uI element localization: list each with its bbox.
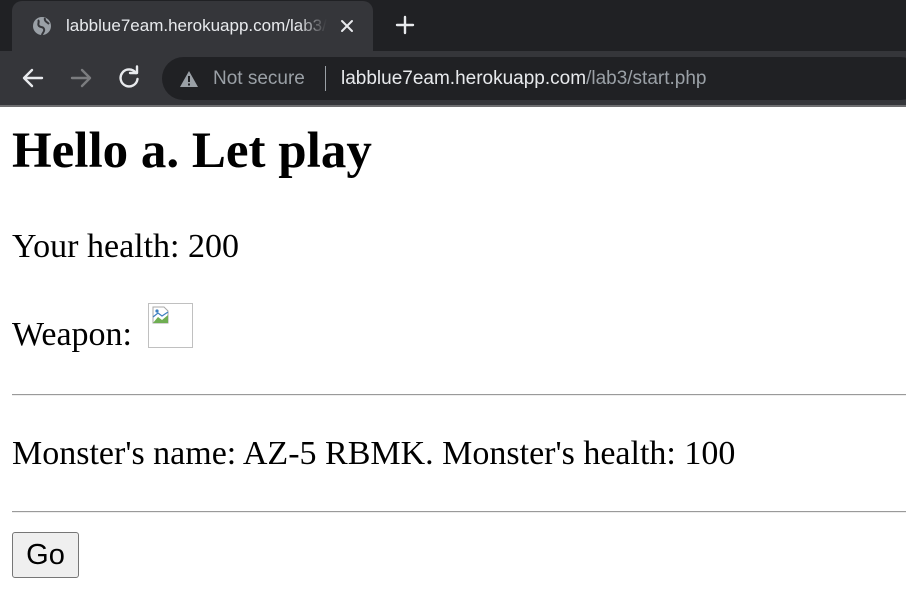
divider-bottom: [12, 511, 906, 513]
weapon-label: Weapon:: [12, 316, 132, 353]
browser-tab[interactable]: labblue7eam.herokuapp.com/lab3/start.php: [12, 1, 373, 51]
url-host: labblue7eam.herokuapp.com: [341, 68, 587, 89]
forward-arrow-icon[interactable]: [68, 65, 94, 91]
address-bar[interactable]: Not secure labblue7eam.herokuapp.com/lab…: [162, 57, 906, 100]
globe-icon: [32, 16, 52, 36]
browser-chrome: labblue7eam.herokuapp.com/lab3/start.php: [0, 0, 906, 107]
warning-triangle-icon[interactable]: [179, 69, 199, 89]
url-text[interactable]: labblue7eam.herokuapp.com/lab3/start.php: [341, 67, 706, 91]
back-arrow-icon[interactable]: [20, 65, 46, 91]
browser-toolbar: Not secure labblue7eam.herokuapp.com/lab…: [0, 51, 906, 106]
go-button[interactable]: Go: [12, 532, 79, 578]
page-title: Hello a. Let play: [12, 123, 372, 179]
page-content: Hello a. Let play Your health: 200 Weapo…: [0, 107, 906, 607]
tab-strip: labblue7eam.herokuapp.com/lab3/start.php: [0, 0, 906, 51]
not-secure-label[interactable]: Not secure: [213, 67, 305, 91]
url-path: /lab3/start.php: [586, 68, 707, 89]
monster-info-text: Monster's name: AZ-5 RBMK. Monster's hea…: [12, 435, 736, 472]
tab-title: labblue7eam.herokuapp.com/lab3/start.php: [66, 16, 328, 35]
new-tab-plus-icon[interactable]: [393, 13, 417, 37]
close-icon[interactable]: [337, 16, 357, 36]
broken-image-icon: [148, 303, 193, 348]
tab-title-fade: [298, 11, 334, 41]
omnibox-divider: [325, 66, 326, 91]
divider-top: [12, 394, 906, 396]
player-health-text: Your health: 200: [12, 228, 239, 265]
reload-icon[interactable]: [116, 65, 142, 91]
